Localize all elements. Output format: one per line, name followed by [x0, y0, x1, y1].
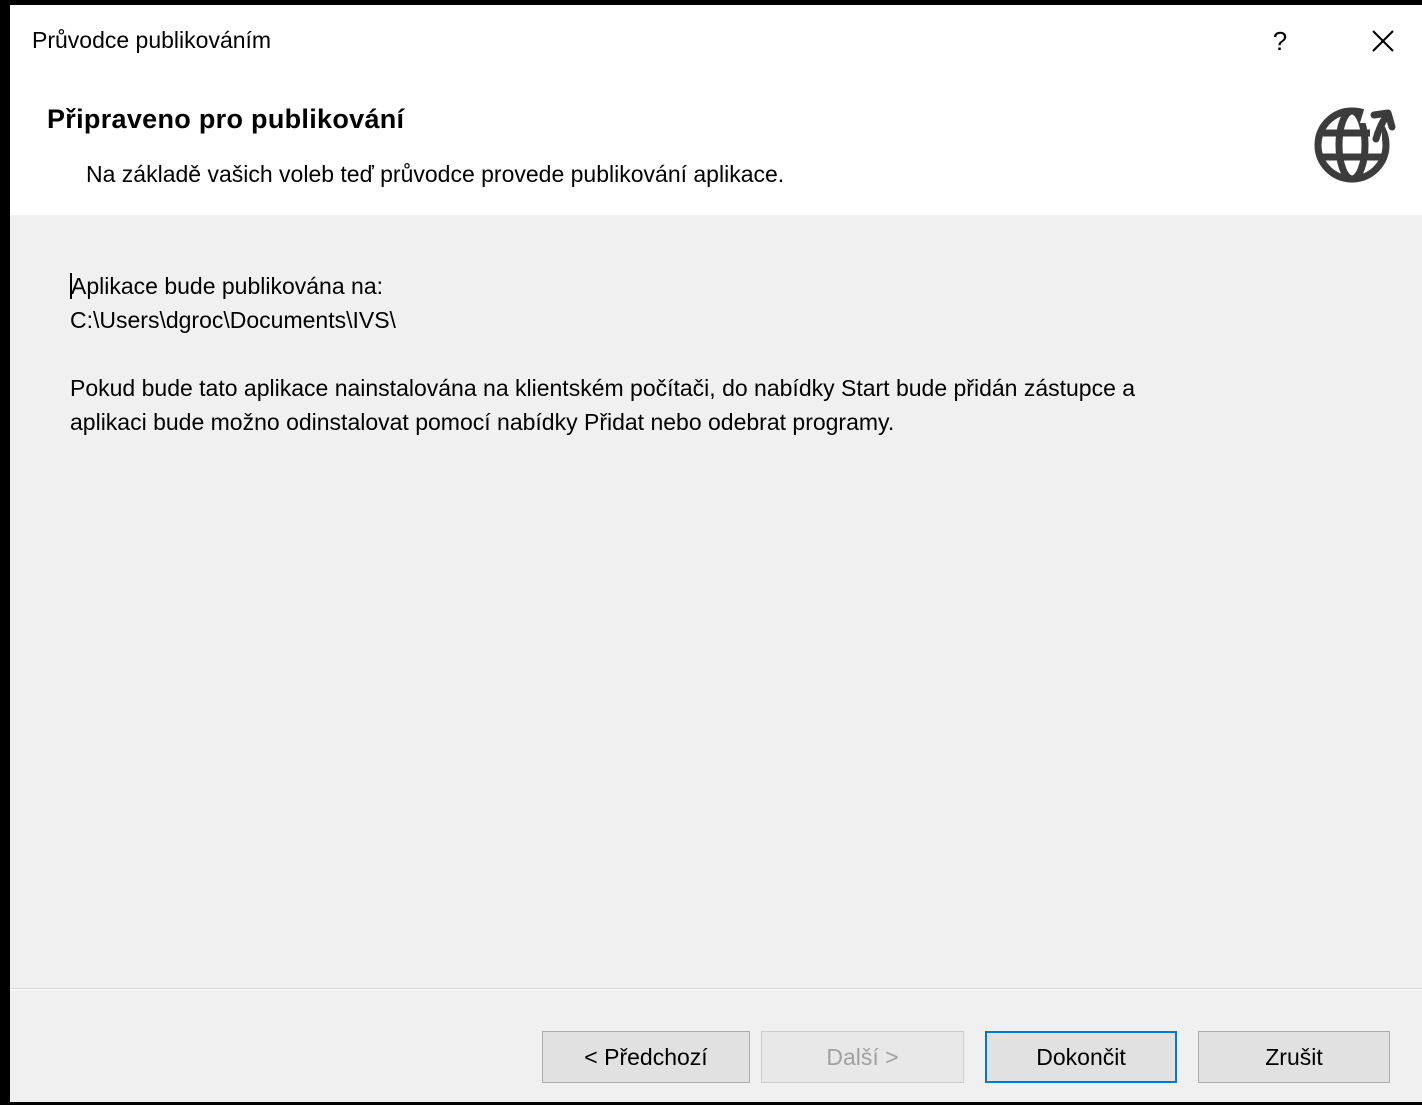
publish-location-label: Aplikace bude publikována na:	[71, 273, 384, 299]
finish-button[interactable]: Dokončit	[985, 1031, 1177, 1083]
help-button[interactable]: ?	[1255, 19, 1305, 63]
title-bar: Průvodce publikováním ?	[10, 5, 1422, 82]
publish-wizard-dialog: Průvodce publikováním ? Připraveno pro p…	[0, 0, 1422, 1105]
close-button[interactable]	[1358, 19, 1408, 63]
summary-content: Aplikace bude publikována na: C:\Users\d…	[70, 269, 1400, 439]
page-title: Připraveno pro publikování	[47, 104, 405, 134]
close-icon	[1372, 30, 1394, 52]
footer-separator	[10, 988, 1422, 990]
window-title: Průvodce publikováním	[32, 27, 272, 53]
next-button: Další >	[761, 1031, 964, 1083]
install-info-line-2: aplikaci bude možno odinstalovat pomocí …	[70, 409, 895, 435]
globe-upload-icon	[1314, 103, 1396, 183]
publish-location-line: Aplikace bude publikována na:	[70, 269, 1400, 303]
wizard-header: Připraveno pro publikování Na základě va…	[10, 82, 1422, 215]
page-subtitle: Na základě vašich voleb teď průvodce pro…	[86, 161, 785, 187]
previous-button[interactable]: < Předchozí	[542, 1031, 750, 1083]
publish-path: C:\Users\dgroc\Documents\IVS\	[70, 307, 396, 333]
install-info-line-1: Pokud bude tato aplikace nainstalována n…	[70, 375, 1136, 401]
cancel-button[interactable]: Zrušit	[1198, 1031, 1390, 1083]
